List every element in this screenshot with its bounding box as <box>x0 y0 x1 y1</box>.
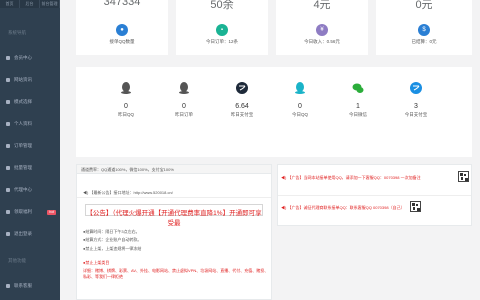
stat-value: 50余 <box>210 0 234 11</box>
sidebar-item-label: 会员中心 <box>14 55 32 60</box>
sidebar-item-mode[interactable]: 模式选择 <box>0 96 60 108</box>
stat-yesterday-qq: 0 昨日QQ <box>106 82 146 152</box>
sidebar-item-news[interactable]: 网站资讯 <box>0 74 60 86</box>
qr-code-icon <box>458 171 469 182</box>
sidebar-item-label: 个人资料 <box>14 121 32 126</box>
stat-value: 0元 <box>415 0 433 11</box>
user-icon: ● <box>116 24 128 36</box>
qq-icon <box>295 82 305 94</box>
announcement-url-text[interactable]: 【最新公告】接口地址：http://www.520018.cn/ <box>89 190 172 195</box>
wallet-icon: $ <box>418 24 430 36</box>
stat-value: 0 <box>298 103 302 110</box>
notice-panel: ◀) 【广告】当网本站接单使用QQ，请添加一下客服QQ：0070398 一次加备… <box>277 164 472 226</box>
stat-card-settled: 0元 $ 已结算：0元 <box>376 0 472 55</box>
sidebar-item-label: 领取福利 <box>14 209 32 214</box>
stat-value: 4元 <box>313 0 331 11</box>
stat-today-wechat: 1 今日微信 <box>338 82 378 152</box>
stat-label: 已结算：0元 <box>411 39 437 44</box>
sidebar-item-label: 联系客服 <box>14 283 32 288</box>
stat-label: 昨日QQ <box>117 112 134 117</box>
user-icon <box>6 56 10 60</box>
service-icon <box>6 284 10 288</box>
rate-info: 通道费率：QQ通道100%，微信100%，支付宝100% <box>77 165 271 174</box>
forbidden-category-list: 详细：赌博、棋牌、彩票、AV、外挂、电影网站、禁止虚拟VPN、垃圾网站、直播、代… <box>83 267 269 279</box>
alipay-icon <box>236 82 248 94</box>
sidebar-item-batch[interactable]: 批量管理 <box>0 162 60 174</box>
notice-row: ◀) 【广告】诚征代理商联系接单QQ：联系客服QQ 0070398（自己） <box>281 205 405 211</box>
stat-card-orders: 50余 ▪ 今日订单：12条 <box>176 0 268 55</box>
qq-icon <box>179 82 189 94</box>
notice-row: ◀) 【广告】当网本站接单使用QQ，请添加一下客服QQ：0070398 一次加备… <box>281 175 421 181</box>
sidebar-item-profile[interactable]: 个人资料 <box>0 118 60 130</box>
stat-value: 1 <box>356 103 360 110</box>
logout-icon <box>6 232 10 236</box>
hot-badge: hot <box>47 209 56 215</box>
sidebar-top-button[interactable]: 后台 <box>20 0 40 8</box>
stat-label: 今日支付宝 <box>404 112 428 117</box>
stat-yesterday-orders: 0 昨日订单 <box>164 82 204 152</box>
stat-label: 昨日订单 <box>175 112 193 117</box>
stat-label: 今日收入：0.56元 <box>304 39 340 44</box>
agent-icon <box>6 188 10 192</box>
stat-label: 接单QQ数量 <box>109 39 135 44</box>
batch-icon <box>6 166 10 170</box>
mode-icon <box>6 100 10 104</box>
stat-value: 0 <box>182 103 186 110</box>
sidebar: 首页 后台 前台管理 系统导航 会员中心 网站资讯 模式选择 个人资料 订单管理… <box>0 0 60 300</box>
notice-text[interactable]: 【广告】当网本站接单使用QQ，请添加一下客服QQ：0070398 一次加备注 <box>287 175 420 180</box>
sidebar-item-label: 网站资讯 <box>14 77 32 82</box>
gift-icon <box>6 210 10 214</box>
stat-today-alipay: 3 今日支付宝 <box>396 82 436 152</box>
money-icon: ¥ <box>316 24 328 36</box>
stat-value: 6.64 <box>235 103 249 110</box>
announcement-line: ●禁止上架，上架违规将一律冻结 <box>83 245 142 251</box>
stat-yesterday-alipay: 6.64 昨日支付宝 <box>222 82 262 152</box>
stat-today-qq: 0 今日QQ <box>280 82 320 152</box>
stat-label: 今日订单：12条 <box>205 39 238 44</box>
forbidden-category-title: ●禁止上架类目 <box>83 259 110 265</box>
profile-icon <box>6 122 10 126</box>
alipay-icon <box>410 82 422 94</box>
stat-value: 3 <box>414 103 418 110</box>
sidebar-item-orders[interactable]: 订单管理 <box>0 140 60 152</box>
announcement-line: ●结算时间：隔日下午3点左右。 <box>83 228 140 234</box>
stat-label: 今日微信 <box>349 112 367 117</box>
sidebar-item-member[interactable]: 会员中心 <box>0 52 60 64</box>
qq-icon <box>121 82 131 94</box>
announcement-panel: 通道费率：QQ通道100%，微信100%，支付宝100% ◀) 【最新公告】接口… <box>76 164 272 300</box>
stat-card-income: 4元 ¥ 今日收入：0.56元 <box>276 0 368 55</box>
sidebar-item-label: 模式选择 <box>14 99 32 104</box>
sidebar-item-label: 批量管理 <box>14 165 32 170</box>
notice-text[interactable]: 【广告】诚征代理商联系接单QQ：联系客服QQ 0070398（自己） <box>287 205 404 210</box>
announcement-url: ◀) 【最新公告】接口地址：http://www.520018.cn/ <box>77 188 271 198</box>
news-icon <box>6 78 10 82</box>
qr-code-icon <box>410 201 421 212</box>
sidebar-top-button[interactable]: 首页 <box>0 0 20 8</box>
stat-card-qq: 347334 ● 接单QQ数量 <box>76 0 168 55</box>
sidebar-item-agent[interactable]: 代理中心 <box>0 184 60 196</box>
cart-icon: ▪ <box>216 24 228 36</box>
sidebar-item-label: 退出登录 <box>14 231 32 236</box>
sidebar-item-service[interactable]: 联系客服 <box>0 280 60 292</box>
stat-value: 347334 <box>103 0 141 8</box>
stat-label: 昨日支付宝 <box>230 112 254 117</box>
sidebar-section-title: 其他功能 <box>8 258 26 263</box>
sidebar-item-label: 订单管理 <box>14 143 32 148</box>
announcement-line: ●结算方式：企业账户自动转款。 <box>83 237 142 242</box>
announcement-title-box: 【公告】（代理火爆开通【开通代理费率直降1%】开通即可享受最 <box>85 204 263 227</box>
wechat-icon <box>352 83 364 93</box>
sidebar-item-logout[interactable]: 退出登录 <box>0 228 60 240</box>
divider <box>278 195 471 196</box>
sidebar-top-buttons: 首页 后台 前台管理 <box>0 0 60 8</box>
sidebar-item-label: 代理中心 <box>14 187 32 192</box>
sidebar-section-title: 系统导航 <box>8 30 26 35</box>
sidebar-item-gift[interactable]: 领取福利 hot <box>0 206 60 218</box>
stat-label: 今日QQ <box>291 112 308 117</box>
order-icon <box>6 144 10 148</box>
sidebar-top-button[interactable]: 前台管理 <box>40 0 60 8</box>
daily-stats-panel: 0 昨日QQ 0 昨日订单 6.64 昨日支付宝 0 今日QQ 1 今日微信 3… <box>76 67 472 157</box>
stat-value: 0 <box>124 103 128 110</box>
